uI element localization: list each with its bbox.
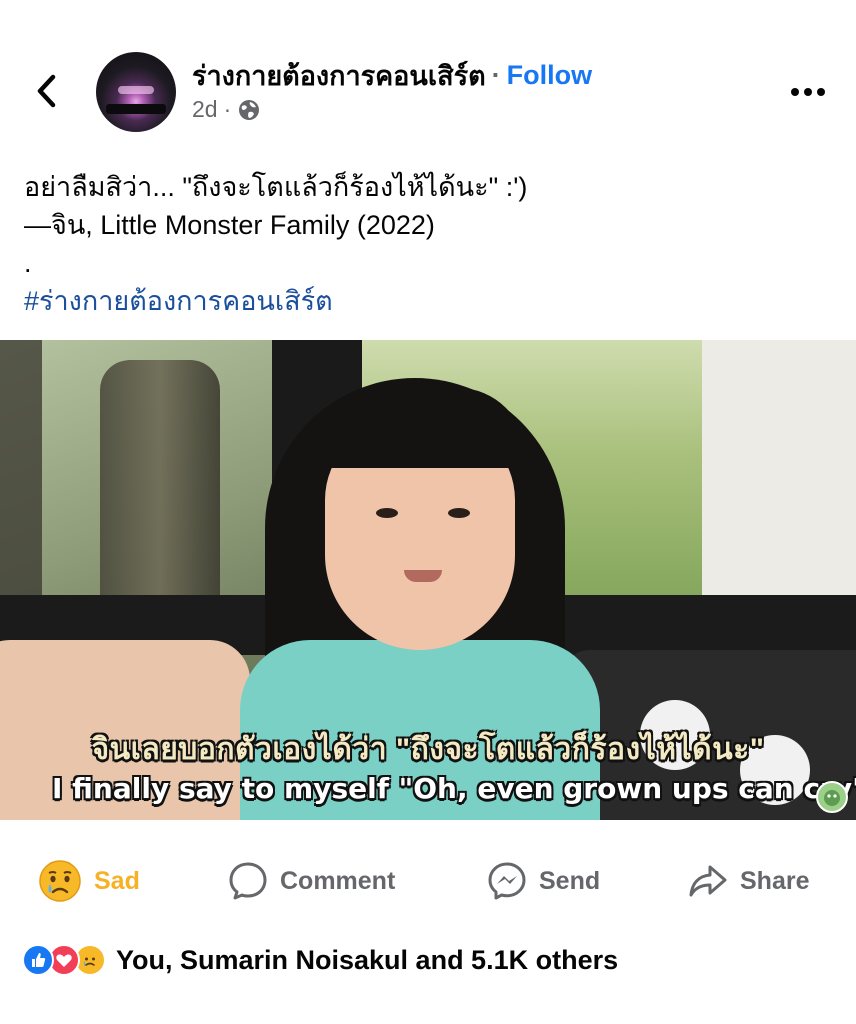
comment-button[interactable]: Comment [228, 858, 395, 904]
post-header: ร่างกายต้องการคอนเสิร์ต · Follow 2d · [0, 0, 856, 150]
post-meta: 2d · [192, 96, 261, 123]
share-button[interactable]: Share [688, 858, 809, 904]
sad-label: Sad [94, 866, 140, 895]
messenger-icon [488, 862, 526, 900]
avatar-stage-light [118, 86, 154, 94]
subtitle-english: I finally say to myself "Oh, even grown … [52, 772, 856, 805]
reaction-summary-text[interactable]: You, Sumarin Noisakul and 5.1K others [116, 945, 618, 976]
globe-icon [239, 99, 260, 120]
caption-line: —จิน, Little Monster Family (2022) [24, 210, 435, 240]
comment-label: Comment [280, 866, 396, 895]
page-name[interactable]: ร่างกายต้องการคอนเสิร์ต [192, 54, 486, 97]
sad-reaction-button[interactable]: Sad [38, 858, 140, 904]
post-video-frame[interactable]: จินเลยบอกตัวเองได้ว่า "ถึงจะโตแล้วก็ร้อง… [0, 340, 856, 820]
child-bangs [315, 388, 525, 468]
post-actions-bar: Sad Comment Send Share [0, 846, 856, 916]
hashtag-link[interactable]: #ร่างกายต้องการคอนเสิร์ต [24, 282, 834, 320]
share-icon [689, 865, 727, 897]
post-caption: อย่าลืมสิว่า... "ถึงจะโตแล้วก็ร้องไห้ได้… [24, 168, 834, 320]
caption-line: . [24, 248, 32, 278]
title-row: ร่างกายต้องการคอนเสิร์ต · Follow [192, 58, 592, 92]
child-mouth [404, 570, 442, 582]
back-button[interactable] [28, 68, 64, 114]
child-eye [376, 508, 398, 518]
title-separator: · [491, 59, 501, 90]
subtitle-thai: จินเลยบอกตัวเองได้ว่า "ถึงจะโตแล้วก็ร้อง… [91, 733, 765, 766]
sad-icon [39, 860, 81, 902]
child-eye [448, 508, 470, 518]
channel-logo-icon [816, 781, 848, 813]
page-avatar[interactable] [96, 52, 176, 132]
send-label: Send [539, 866, 601, 895]
send-button[interactable]: Send [487, 858, 600, 904]
tree-trunk [0, 340, 42, 600]
wall [702, 340, 856, 595]
comment-icon [229, 862, 267, 900]
share-label: Share [740, 866, 810, 895]
reaction-icons [22, 944, 106, 976]
caption-line: อย่าลืมสิว่า... "ถึงจะโตแล้วก็ร้องไห้ได้… [24, 172, 528, 202]
reaction-summary[interactable]: You, Sumarin Noisakul and 5.1K others [22, 940, 618, 980]
tree-trunk [100, 360, 220, 600]
post-timestamp[interactable]: 2d [192, 96, 218, 123]
avatar-crowd [106, 104, 166, 114]
more-horizontal-icon [791, 88, 825, 96]
meta-separator: · [223, 96, 232, 122]
chevron-left-icon [37, 74, 56, 108]
follow-button[interactable]: Follow [507, 60, 592, 91]
more-options-button[interactable] [786, 80, 830, 104]
like-icon [22, 944, 54, 976]
